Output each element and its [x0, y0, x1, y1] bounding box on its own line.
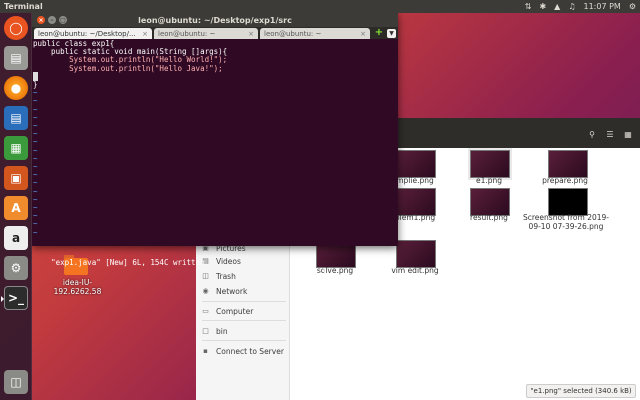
folder-icon: □	[202, 327, 209, 335]
connect-icon: ▪	[203, 347, 208, 355]
file-thumbnail[interactable]	[470, 188, 510, 216]
status-scroll: All	[375, 276, 389, 285]
writer-icon[interactable]: ▤	[4, 106, 28, 130]
software-icon[interactable]: A	[4, 196, 28, 220]
terminal-window[interactable]: leon@ubuntu: ~/Desktop/exp1/src × – □ le…	[32, 13, 398, 285]
settings-icon[interactable]: ⚙	[4, 256, 28, 280]
sidebar-item-label: Computer	[216, 306, 254, 316]
arrows-icon[interactable]: ⇅	[525, 2, 532, 11]
minimize-button[interactable]: –	[48, 16, 56, 24]
bluetooth-icon[interactable]: ✱	[539, 2, 546, 11]
file-label[interactable]: Screenshot from 2019-09-10 07-39-26.png	[520, 213, 612, 231]
file-thumbnail[interactable]	[396, 150, 436, 178]
code-text: System.out.println("Hello Java!");	[33, 63, 223, 73]
window-title: leon@ubuntu: ~/Desktop/exp1/src	[138, 15, 292, 25]
file-thumbnail-selected[interactable]	[468, 148, 512, 180]
empty-line-markers: ~ ~ ~ ~ ~ ~ ~ ~ ~ ~ ~ ~ ~ ~ ~ ~ ~ ~	[33, 88, 38, 234]
tab-label: leon@ubuntu: ~/Desktop/...	[38, 29, 136, 38]
terminal-titlebar[interactable]: leon@ubuntu: ~/Desktop/exp1/src	[32, 13, 398, 27]
view-grid-icon[interactable]: ▦	[622, 128, 634, 140]
sidebar-item-connect-to-server[interactable]: ▪ Connect to Server	[196, 344, 290, 358]
files-status-bar: "e1.png" selected (340.6 kB)	[526, 384, 636, 398]
files-icon[interactable]: ▤	[4, 46, 28, 70]
sidebar-item-label: bin	[216, 326, 228, 336]
launcher: ◯ ▤ ● ▤ ▦ ▣ A a ⚙ >_ ◫	[0, 13, 32, 400]
tab-menu-icon[interactable]: ▼	[387, 29, 396, 38]
volume-icon[interactable]: ♫	[568, 2, 575, 11]
maximize-button[interactable]: □	[59, 16, 67, 24]
gear-icon[interactable]: ⚙	[629, 2, 636, 11]
ubuntu-dash-icon[interactable]: ◯	[4, 16, 28, 40]
status-cursor-position: 5,1	[313, 267, 327, 276]
code-line-6: }	[33, 80, 398, 89]
firefox-icon[interactable]: ●	[4, 76, 28, 100]
file-label[interactable]: prepare.png	[520, 176, 610, 185]
calc-icon[interactable]: ▦	[4, 136, 28, 160]
tab-label: leon@ubuntu: ~	[158, 29, 216, 38]
system-tray: ⇅ ✱ ▲ ♫ 11:07 PM ⚙	[525, 2, 636, 11]
tab-label: leon@ubuntu: ~	[264, 29, 322, 38]
computer-icon: ▭	[202, 307, 209, 315]
trash-icon[interactable]: ◫	[4, 370, 28, 394]
sidebar-item-bin[interactable]: □ bin	[196, 324, 290, 338]
terminal-icon[interactable]: >_	[1, 286, 28, 310]
file-thumbnail[interactable]	[396, 240, 436, 268]
search-icon[interactable]: ⚲	[586, 128, 598, 140]
wifi-icon[interactable]: ▲	[554, 2, 560, 11]
file-thumbnail[interactable]	[548, 188, 588, 216]
amazon-icon[interactable]: a	[4, 226, 28, 250]
menu-icon[interactable]: ☰	[604, 128, 616, 140]
tab-3[interactable]: leon@ubuntu: ~ ×	[260, 28, 370, 39]
tab-close-icon[interactable]: ×	[142, 30, 148, 38]
vim-status-line: "exp1.java" [New] 6L, 154C written 5,1 A…	[33, 249, 397, 294]
terminal-tabbar: leon@ubuntu: ~/Desktop/... × leon@ubuntu…	[32, 27, 398, 39]
clock[interactable]: 11:07 PM	[584, 2, 621, 11]
code-line-4: System.out.println("Hello Java!");	[33, 63, 398, 73]
new-tab-icon[interactable]: +	[374, 28, 384, 38]
close-button[interactable]: ×	[37, 16, 45, 24]
sidebar-item-label: Connect to Server	[216, 346, 284, 356]
sidebar-divider	[202, 301, 286, 302]
tab-close-icon[interactable]: ×	[248, 30, 254, 38]
sidebar-divider	[202, 340, 286, 341]
tab-1[interactable]: leon@ubuntu: ~/Desktop/... ×	[34, 28, 152, 39]
file-thumbnail[interactable]	[396, 188, 436, 216]
code-line-5	[33, 71, 398, 81]
tab-close-icon[interactable]: ×	[360, 30, 366, 38]
status-file-info: "exp1.java" [New] 6L, 154C written	[51, 258, 205, 267]
top-panel: Terminal ⇅ ✱ ▲ ♫ 11:07 PM ⚙	[0, 0, 640, 13]
vim-editor[interactable]: public class exp1{ public static void ma…	[32, 40, 398, 234]
file-thumbnail[interactable]	[548, 150, 588, 178]
sidebar-item-computer[interactable]: ▭ Computer	[196, 304, 290, 318]
sidebar-divider	[202, 320, 286, 321]
impress-icon[interactable]: ▣	[4, 166, 28, 190]
active-app-name[interactable]: Terminal	[4, 2, 525, 11]
tab-2[interactable]: leon@ubuntu: ~ ×	[154, 28, 258, 39]
